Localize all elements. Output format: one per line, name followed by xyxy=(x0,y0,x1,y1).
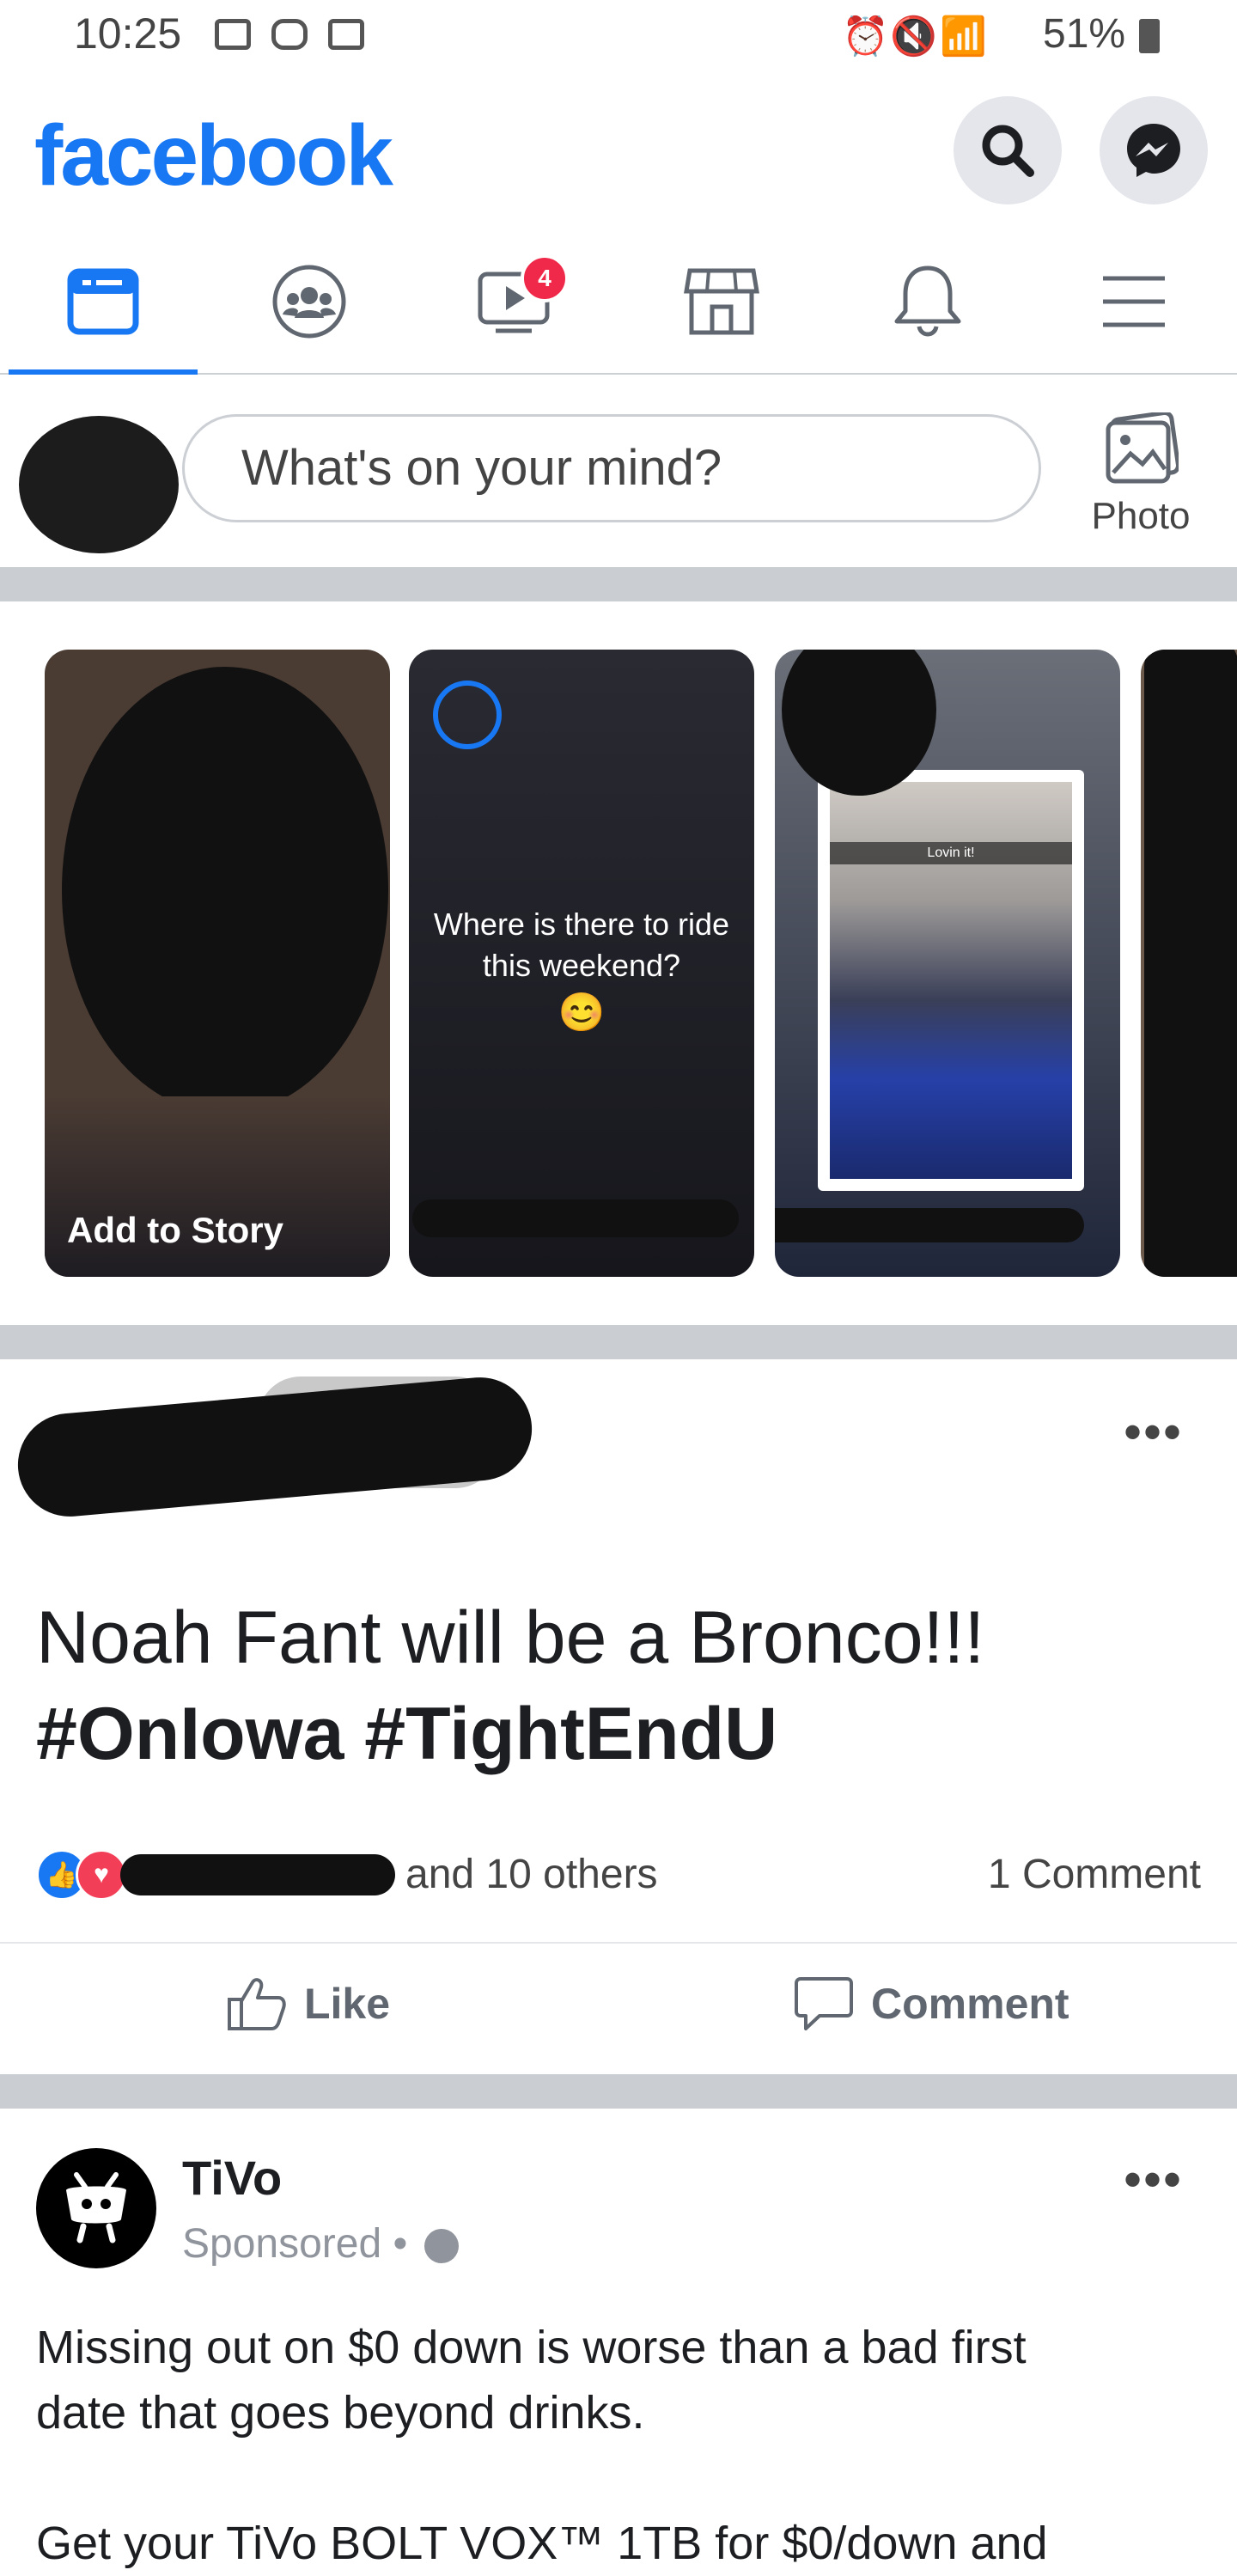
reactions-count: and 10 others xyxy=(405,1852,658,1897)
section-divider xyxy=(0,1325,1237,1359)
add-to-story-label: Add to Story xyxy=(67,1210,283,1250)
tab-bar: 4 xyxy=(0,230,1237,375)
cast-icon xyxy=(215,19,251,50)
screen-icon xyxy=(328,19,364,50)
redacted-author xyxy=(13,1373,537,1521)
story-card-photo[interactable]: Lovin it! xyxy=(775,650,1120,1277)
post-options-icon[interactable]: ••• xyxy=(1124,1402,1183,1462)
app-header: facebook xyxy=(0,72,1237,218)
story-text: Where is there to ride this weekend? xyxy=(433,906,730,983)
photo-label[interactable]: Photo xyxy=(1072,495,1210,538)
battery-percent: 51% xyxy=(1043,11,1126,57)
mute-icon: 🔇 xyxy=(890,15,937,58)
story-avatar-ring xyxy=(433,681,502,749)
feed-post: ••• Noah Fant will be a Bronco!!! #OnIow… xyxy=(0,1358,1237,2076)
post-text: Noah Fant will be a Bronco!!! #OnIowa #T… xyxy=(36,1590,1204,1782)
reactions-summary[interactable]: 👍 ♥ and 10 others 1 Comment xyxy=(36,1839,1201,1908)
redacted-photo xyxy=(1144,650,1237,1277)
ad-options-icon[interactable]: ••• xyxy=(1124,2150,1183,2209)
redacted-name xyxy=(412,1199,739,1237)
like-label: Like xyxy=(304,1980,391,2028)
story-card-add[interactable]: Add to Story xyxy=(45,650,390,1277)
status-bar: 10:25 ⏰ 🔇 📶 51% xyxy=(0,0,1237,72)
wifi-icon: 📶 xyxy=(940,15,987,58)
alarm-icon: ⏰ xyxy=(842,15,889,58)
post-composer: What's on your mind? Photo xyxy=(0,375,1237,567)
comment-label: Comment xyxy=(871,1980,1069,2028)
story-photo-caption: Lovin it! xyxy=(830,842,1072,864)
tivo-logo[interactable] xyxy=(36,2148,156,2268)
photo-icon[interactable] xyxy=(1103,411,1180,489)
messenger-button[interactable] xyxy=(1100,96,1208,204)
section-divider xyxy=(0,567,1237,601)
battery-icon xyxy=(1139,19,1160,53)
post-text-line: Noah Fant will be a Bronco!!! xyxy=(36,1596,985,1679)
ad-body-line: Missing out on $0 down is worse than a b… xyxy=(36,2322,1027,2373)
search-button[interactable] xyxy=(954,96,1062,204)
post-actions: Like Comment xyxy=(0,1942,1237,2064)
groups-icon xyxy=(272,265,346,339)
search-icon xyxy=(982,125,1034,177)
redacted-photo xyxy=(62,667,388,1114)
redacted-name xyxy=(775,1208,1084,1242)
tab-news-feed[interactable] xyxy=(0,230,206,375)
story-emoji: 😊 xyxy=(558,992,606,1034)
story-photo-frame: Lovin it! xyxy=(818,770,1084,1191)
tab-marketplace[interactable] xyxy=(618,230,825,373)
story-card-text[interactable]: Where is there to ride this weekend? 😊 xyxy=(409,650,754,1277)
post-hashtags[interactable]: #OnIowa #TightEndU xyxy=(36,1686,1204,1782)
story-card-partial[interactable] xyxy=(1141,650,1237,1277)
like-button[interactable]: Like xyxy=(227,1944,390,2064)
love-reaction-icon: ♥ xyxy=(76,1849,127,1901)
globe-icon xyxy=(424,2229,459,2264)
stories-tray: Add to Story Where is there to ride this… xyxy=(0,601,1237,1325)
sponsored-post: TiVo Sponsored • ••• Missing out on $0 d… xyxy=(0,2109,1237,2569)
sponsored-label: Sponsored • xyxy=(182,2220,459,2268)
like-icon xyxy=(228,1978,286,2030)
tab-groups[interactable] xyxy=(206,230,412,373)
messenger-icon xyxy=(1127,124,1180,177)
tab-menu[interactable] xyxy=(1031,230,1237,373)
facebook-logo[interactable]: facebook xyxy=(34,107,393,205)
feed-icon xyxy=(67,268,139,335)
tab-watch[interactable]: 4 xyxy=(412,230,618,373)
redacted-names xyxy=(120,1854,395,1895)
status-time: 10:25 xyxy=(74,9,182,58)
hamburger-icon xyxy=(1103,276,1165,327)
section-divider xyxy=(0,2074,1237,2109)
ad-body: Missing out on $0 down is worse than a b… xyxy=(36,2315,1204,2576)
ad-body-line: date that goes beyond drinks. xyxy=(36,2387,645,2439)
advertiser-name[interactable]: TiVo xyxy=(182,2150,282,2206)
comment-button[interactable]: Comment xyxy=(794,1944,1069,2064)
bell-icon xyxy=(894,266,961,337)
sponsored-text: Sponsored • xyxy=(182,2221,408,2267)
marketplace-icon xyxy=(684,268,759,335)
ad-body-line: Get your TiVo BOLT VOX™ 1TB for $0/down … xyxy=(36,2518,1048,2569)
gamepad-icon xyxy=(271,19,308,50)
tab-notifications[interactable] xyxy=(825,230,1031,373)
user-avatar[interactable] xyxy=(19,416,179,553)
watch-notification-badge: 4 xyxy=(521,254,569,302)
status-input[interactable]: What's on your mind? xyxy=(182,414,1041,522)
tivo-mascot-icon xyxy=(66,2172,126,2243)
comment-icon xyxy=(795,1977,853,2030)
comments-count[interactable]: 1 Comment xyxy=(988,1851,1201,1898)
